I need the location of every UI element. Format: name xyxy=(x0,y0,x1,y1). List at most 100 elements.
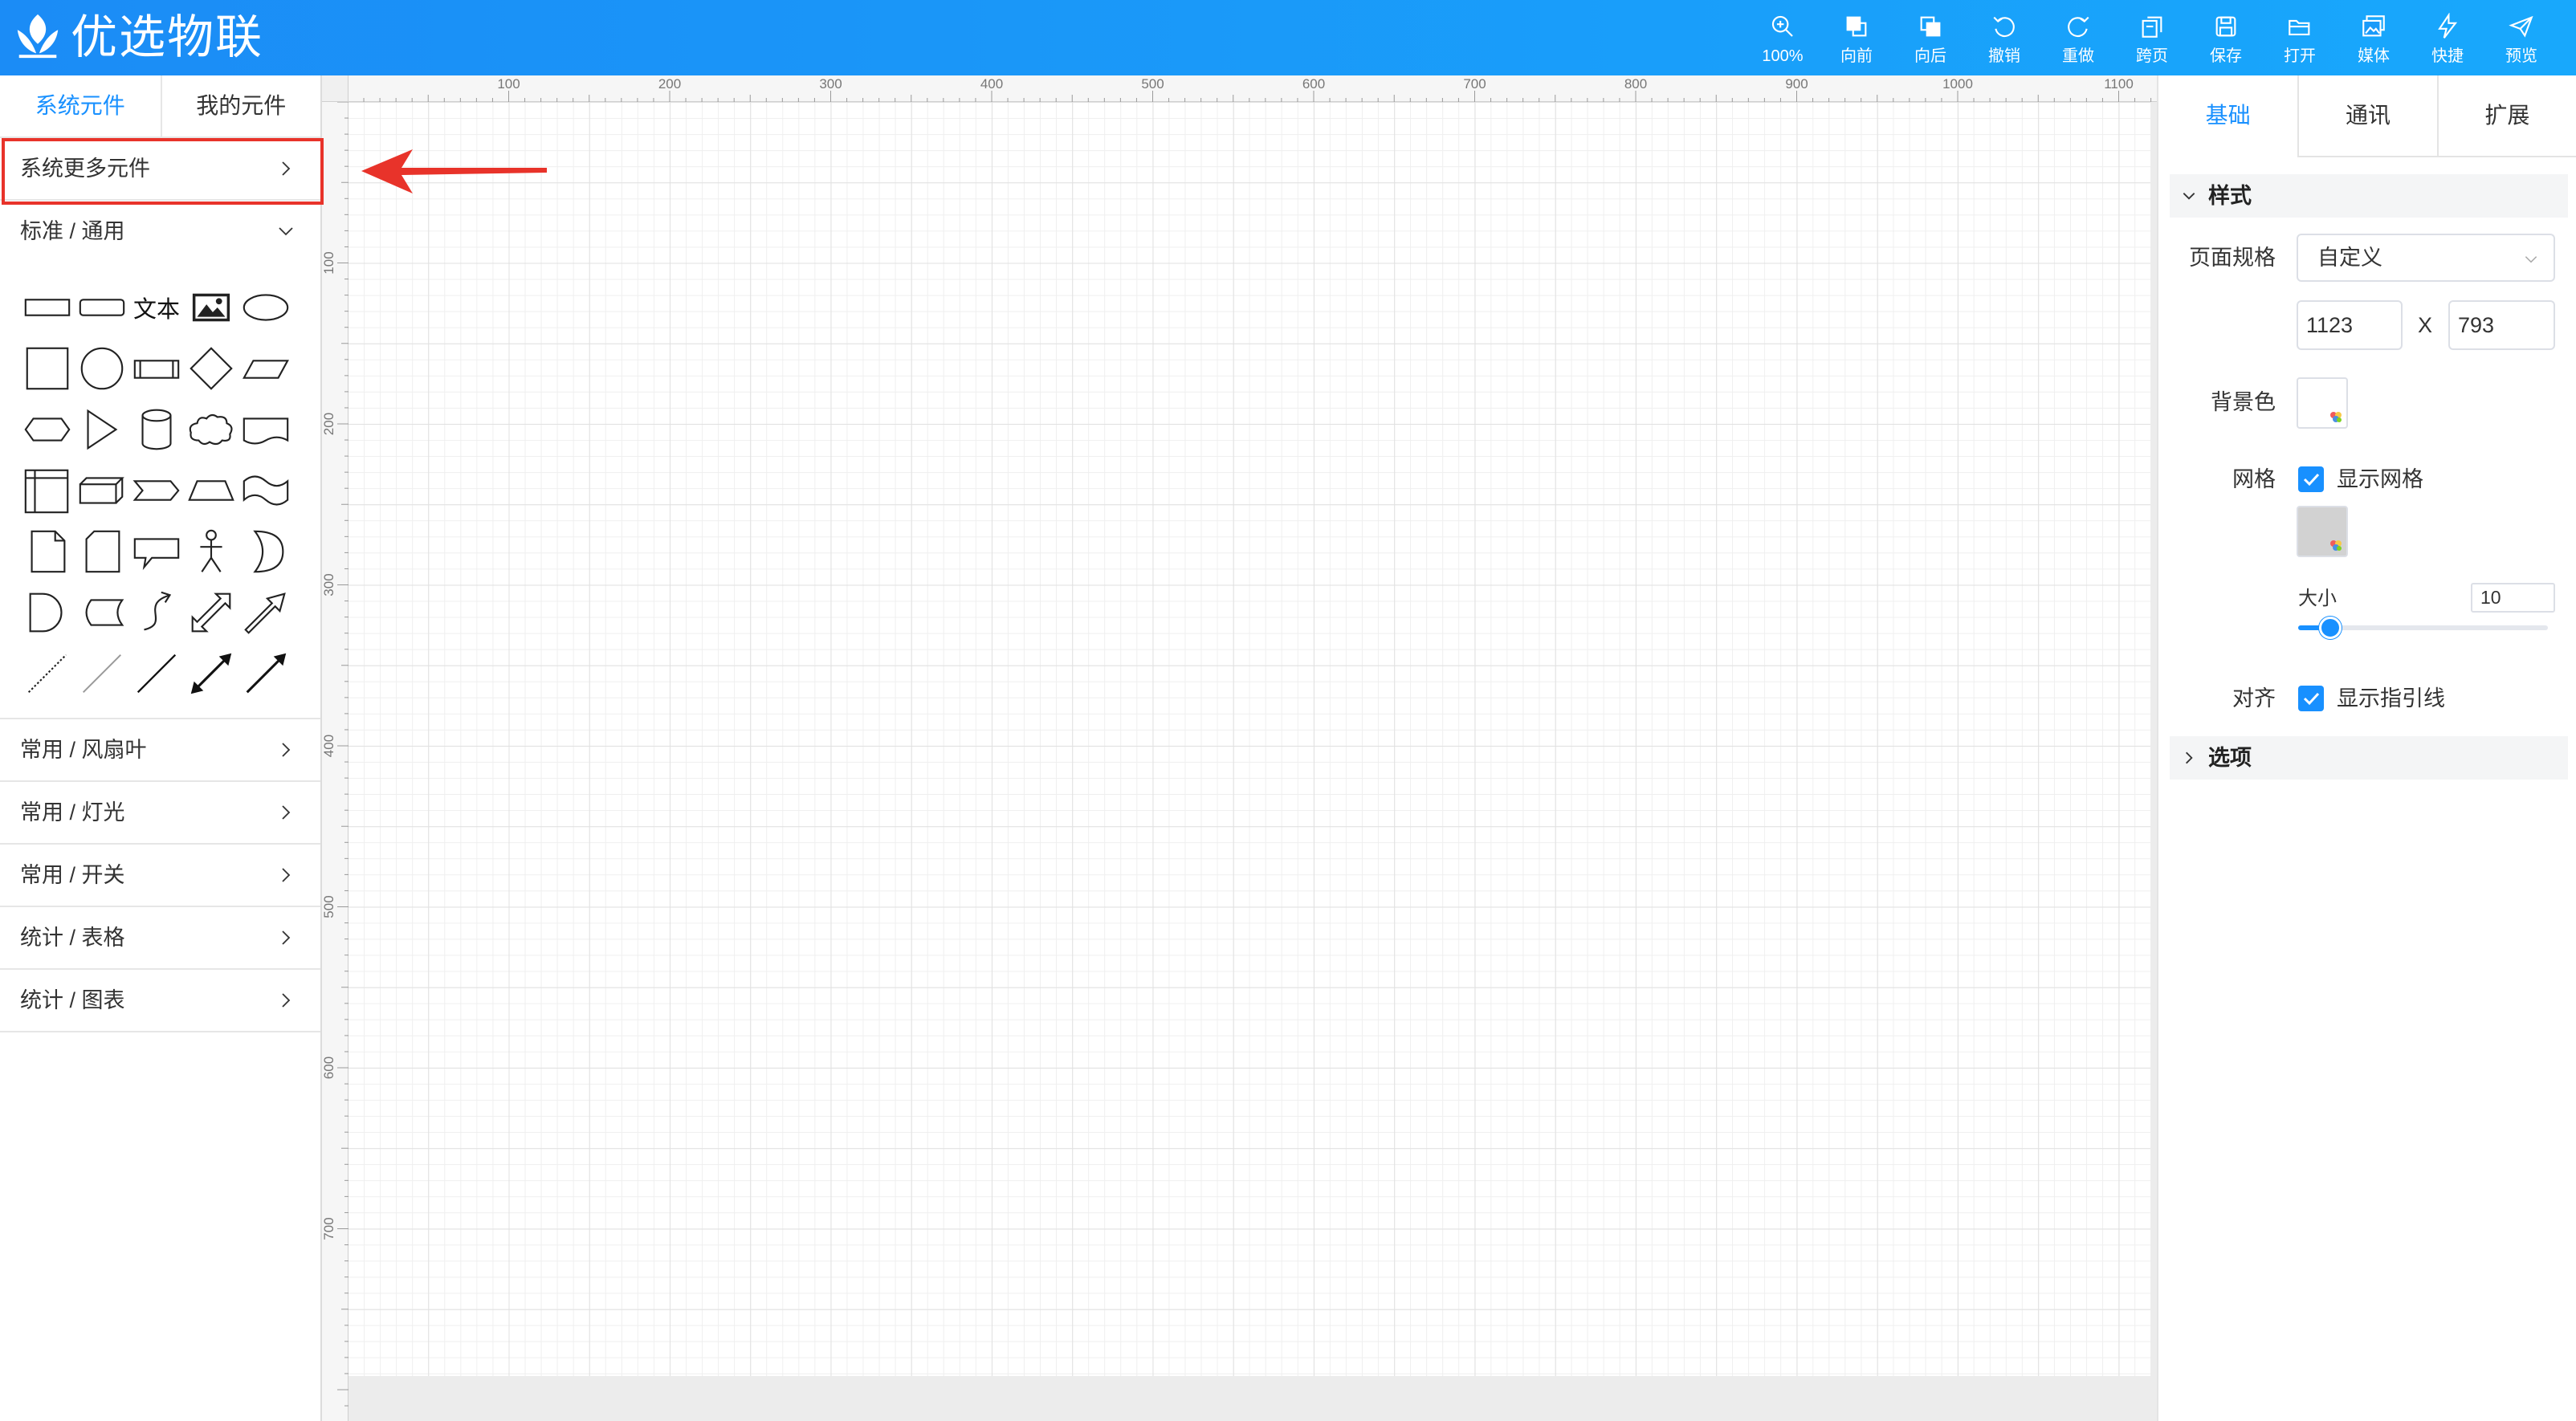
double-arrow-icon xyxy=(191,592,231,633)
grid-size-input[interactable] xyxy=(2471,583,2555,613)
palette-line[interactable] xyxy=(129,643,184,704)
cube-icon xyxy=(79,477,124,504)
toolbar-lightning-button[interactable]: 快捷 xyxy=(2411,0,2484,75)
palette-thin-line[interactable] xyxy=(75,643,129,704)
palette-or[interactable] xyxy=(238,521,293,582)
arrow-line-icon xyxy=(246,653,287,694)
palette-tape[interactable] xyxy=(238,460,293,521)
standard-general-header[interactable]: 标准 / 通用 xyxy=(0,201,320,263)
options-section-header[interactable]: 选项 xyxy=(2170,736,2568,780)
options-section-title: 选项 xyxy=(2208,746,2252,770)
palette-document[interactable] xyxy=(238,399,293,460)
palette-circle[interactable] xyxy=(75,338,129,399)
toolbar-bring-forward-button[interactable]: 向前 xyxy=(1820,0,1893,75)
palette-curve-arrow[interactable] xyxy=(129,582,184,643)
ruler-label: 700 xyxy=(1463,76,1486,92)
page-size-select[interactable]: 自定义 xyxy=(2297,234,2555,282)
grid-color-picker[interactable] xyxy=(2297,506,2348,557)
palette-card[interactable] xyxy=(75,521,129,582)
palette-dotted-line[interactable] xyxy=(20,643,75,704)
canvas-page[interactable] xyxy=(348,102,2150,1376)
palette-cloud[interactable] xyxy=(184,399,238,460)
note-icon xyxy=(31,530,66,573)
palette-callout[interactable] xyxy=(129,521,184,582)
palette-single-arrow[interactable] xyxy=(238,582,293,643)
palette-internal-storage[interactable] xyxy=(20,460,75,521)
palette-actor[interactable] xyxy=(184,521,238,582)
palette-rectangle[interactable] xyxy=(20,277,75,338)
palette-square[interactable] xyxy=(20,338,75,399)
palette-process[interactable] xyxy=(129,338,184,399)
double-arrow-line-icon xyxy=(190,653,232,694)
zoom-in-icon xyxy=(1771,15,1793,37)
component-section-row[interactable]: 统计 / 表格 xyxy=(0,907,320,970)
palette-delay[interactable] xyxy=(20,582,75,643)
component-section-row[interactable]: 统计 / 图表 xyxy=(0,970,320,1032)
parallelogram-icon xyxy=(243,360,289,379)
palette-diamond[interactable] xyxy=(184,338,238,399)
properties-tabs: 基础 通讯 扩展 xyxy=(2158,75,2576,157)
palette-image[interactable] xyxy=(184,277,238,338)
toolbar-undo-button[interactable]: 撤销 xyxy=(1967,0,2041,75)
palette-hexagon[interactable] xyxy=(20,399,75,460)
show-grid-label: 显示网格 xyxy=(2337,467,2423,491)
palette-note[interactable] xyxy=(20,521,75,582)
toolbar-label: 保存 xyxy=(2210,47,2242,65)
toolbar-send-backward-button[interactable]: 向后 xyxy=(1893,0,1967,75)
circle-icon xyxy=(80,347,124,390)
palette-double-arrow[interactable] xyxy=(184,582,238,643)
tab-basic[interactable]: 基础 xyxy=(2158,75,2298,157)
hexagon-icon xyxy=(24,417,71,442)
toolbar-zoom-in-button[interactable]: 100% xyxy=(1746,0,1820,75)
chevron-right-icon xyxy=(2186,751,2193,764)
shape-palette: 文本 xyxy=(20,277,293,704)
document-icon xyxy=(243,417,289,445)
palette-rounded-rectangle[interactable] xyxy=(75,277,129,338)
more-system-components-row[interactable]: 系统更多元件 xyxy=(0,138,320,201)
tab-my-components[interactable]: 我的元件 xyxy=(160,75,321,136)
palette-triangle[interactable] xyxy=(75,399,129,460)
toolbar-paper-plane-button[interactable]: 预览 xyxy=(2484,0,2558,75)
toolbar-cross-page-button[interactable]: 跨页 xyxy=(2115,0,2189,75)
palette-arrow-line[interactable] xyxy=(238,643,293,704)
open-folder-icon xyxy=(2289,19,2310,35)
slider-thumb[interactable] xyxy=(2319,617,2342,639)
palette-ellipse[interactable] xyxy=(238,277,293,338)
palette-cylinder[interactable] xyxy=(129,399,184,460)
bring-forward-icon xyxy=(1846,16,1867,37)
palette-cube[interactable] xyxy=(75,460,129,521)
show-guides-checkbox[interactable] xyxy=(2298,686,2324,711)
grid-size-slider[interactable] xyxy=(2298,617,2548,639)
vertical-ruler-ticks: 100 200 300 400 500 600 700 xyxy=(322,101,348,1407)
component-section-row[interactable]: 常用 / 开关 xyxy=(0,845,320,907)
palette-double-arrow-line[interactable] xyxy=(184,643,238,704)
palette-data-storage[interactable] xyxy=(75,582,129,643)
toolbar-open-folder-button[interactable]: 打开 xyxy=(2263,0,2337,75)
palette-parallelogram[interactable] xyxy=(238,338,293,399)
palette-trapezoid[interactable] xyxy=(184,460,238,521)
component-panel: 系统元件 我的元件 系统更多元件 标准 / 通用 文本 常用 / 风扇叶 常用 /… xyxy=(0,75,322,1421)
tab-system-components[interactable]: 系统元件 xyxy=(0,75,161,136)
tab-extension[interactable]: 扩展 xyxy=(2436,75,2576,157)
page-width-input[interactable] xyxy=(2297,300,2403,350)
style-section-header[interactable]: 样式 xyxy=(2170,174,2568,218)
toolbar-redo-button[interactable]: 重做 xyxy=(2041,0,2115,75)
ruler-label: 400 xyxy=(322,735,336,757)
toolbar-media-button[interactable]: 媒体 xyxy=(2337,0,2411,75)
show-grid-checkbox[interactable] xyxy=(2298,466,2324,492)
component-section-row[interactable]: 常用 / 风扇叶 xyxy=(0,719,320,782)
palette-step[interactable] xyxy=(129,460,184,521)
save-icon xyxy=(2215,16,2236,37)
rectangle-icon xyxy=(24,299,71,316)
ruler-label: 100 xyxy=(322,251,336,274)
toolbar-label: 撤销 xyxy=(1988,47,2020,65)
undo-icon xyxy=(1993,16,2015,38)
lightning-icon xyxy=(2438,13,2458,39)
background-color-picker[interactable] xyxy=(2297,377,2348,429)
component-section-row[interactable]: 常用 / 灯光 xyxy=(0,782,320,845)
component-section-label: 统计 / 图表 xyxy=(20,988,125,1012)
page-height-input[interactable] xyxy=(2448,300,2555,350)
tab-communication[interactable]: 通讯 xyxy=(2297,75,2437,157)
palette-text-shape[interactable]: 文本 xyxy=(129,277,184,338)
toolbar-save-button[interactable]: 保存 xyxy=(2189,0,2263,75)
